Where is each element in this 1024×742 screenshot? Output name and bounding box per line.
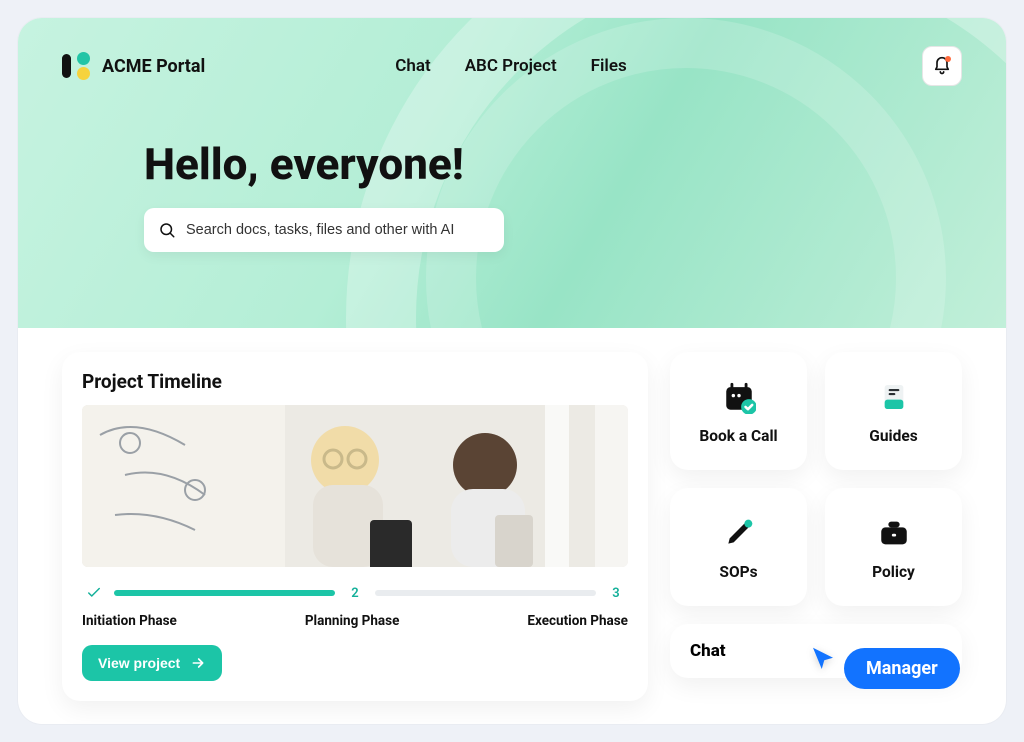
brand-name: ACME Portal — [102, 56, 205, 77]
card-book-label: Book a Call — [699, 427, 777, 445]
project-timeline-title: Project Timeline — [82, 370, 628, 393]
arrow-right-icon — [190, 655, 206, 671]
card-policy[interactable]: Policy — [825, 488, 962, 606]
phase-1-label: Initiation Phase — [82, 613, 177, 629]
brand-logo-icon — [62, 52, 90, 80]
presence-badge: Manager — [844, 648, 960, 689]
phase-2-label: Planning Phase — [305, 613, 400, 629]
card-book-a-call[interactable]: Book a Call — [670, 352, 807, 470]
pencil-icon — [719, 513, 759, 553]
presence-cursor: Manager — [808, 628, 960, 689]
phase-2-marker: 2 — [343, 581, 367, 605]
view-project-label: View project — [98, 655, 180, 671]
notification-dot-icon — [945, 56, 951, 62]
card-sops[interactable]: SOPs — [670, 488, 807, 606]
nav-chat[interactable]: Chat — [395, 56, 430, 76]
card-policy-label: Policy — [872, 563, 915, 581]
chat-title: Chat — [690, 641, 726, 661]
search-bar[interactable] — [144, 208, 504, 252]
document-icon — [874, 377, 914, 417]
hero-title: Hello, everyone! — [144, 138, 962, 190]
card-guides[interactable]: Guides — [825, 352, 962, 470]
briefcase-icon — [874, 513, 914, 553]
cursor-icon — [808, 644, 838, 674]
card-guides-label: Guides — [869, 427, 917, 445]
search-icon — [158, 221, 176, 239]
phase-1-check-icon — [82, 581, 106, 605]
notifications-button[interactable] — [922, 46, 962, 86]
phase-2-bar — [375, 590, 596, 596]
phase-3-marker: 3 — [604, 581, 628, 605]
phase-3-label: Execution Phase — [527, 613, 628, 629]
phase-1-bar — [114, 590, 335, 596]
search-input[interactable] — [186, 222, 490, 238]
timeline-image — [82, 405, 628, 567]
primary-nav: Chat ABC Project Files — [395, 56, 626, 76]
card-sops-label: SOPs — [719, 563, 757, 581]
phase-progress-row: 2 3 — [82, 581, 628, 605]
brand-logo-wrap[interactable]: ACME Portal — [62, 52, 205, 80]
project-timeline-card: Project Timeline — [62, 352, 648, 701]
calendar-check-icon — [719, 377, 759, 417]
nav-files[interactable]: Files — [591, 56, 627, 76]
nav-project[interactable]: ABC Project — [465, 56, 557, 76]
view-project-button[interactable]: View project — [82, 645, 222, 681]
